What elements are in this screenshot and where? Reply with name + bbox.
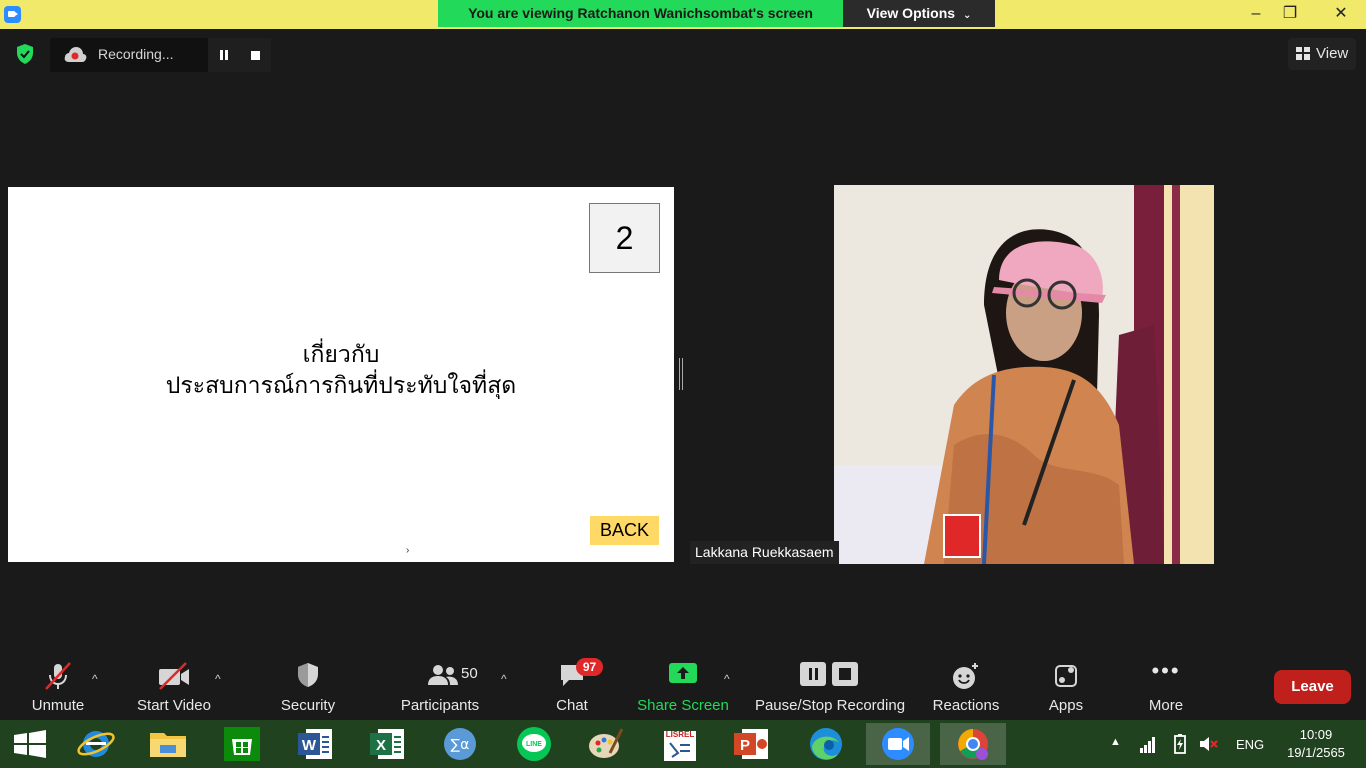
slide-title-line2: ประสบการณ์การกินที่ประทับใจที่สุด bbox=[165, 372, 517, 398]
reactions-button[interactable]: Reactions bbox=[928, 648, 1004, 720]
unmute-label: Unmute bbox=[31, 697, 85, 714]
leave-button[interactable]: Leave bbox=[1274, 670, 1351, 704]
windows-start-icon[interactable] bbox=[8, 723, 52, 765]
view-button[interactable]: View bbox=[1288, 38, 1356, 70]
participants-icon bbox=[428, 665, 458, 685]
close-button[interactable]: ✕ bbox=[1316, 0, 1366, 27]
security-button[interactable]: Security bbox=[270, 648, 346, 720]
taskbar-zoom-app[interactable] bbox=[866, 723, 930, 765]
clock-time: 10:09 bbox=[1299, 727, 1333, 742]
more-button[interactable]: ••• More bbox=[1136, 648, 1196, 720]
encryption-shield-icon[interactable] bbox=[14, 43, 36, 65]
recording-indicator: Recording... bbox=[50, 38, 271, 72]
microsoft-edge-icon[interactable] bbox=[804, 723, 848, 765]
security-label: Security bbox=[280, 697, 336, 714]
cursor-icon: › bbox=[406, 545, 410, 556]
slide-title-line1: เกี่ยวกับ bbox=[302, 341, 380, 367]
slide-number-box: 2 bbox=[589, 203, 660, 273]
battery-charging-icon[interactable] bbox=[1170, 733, 1190, 755]
pause-recording-button[interactable] bbox=[208, 38, 240, 72]
video-off-icon bbox=[159, 662, 189, 690]
chevron-down-icon: ⌄ bbox=[962, 10, 972, 21]
panel-splitter-handle[interactable] bbox=[679, 358, 683, 390]
microsoft-excel-icon[interactable]: X bbox=[366, 723, 410, 765]
zoom-window: { "titlebar": { "viewing_text": "You are… bbox=[0, 0, 1366, 768]
chat-button[interactable]: 97 Chat bbox=[540, 648, 604, 720]
view-options-button[interactable]: View Options ⌄ bbox=[843, 0, 995, 27]
title-bar: You are viewing Ratchanon Wanichsombat's… bbox=[0, 0, 1366, 29]
apps-button[interactable]: Apps bbox=[1036, 648, 1096, 720]
svg-text:P: P bbox=[740, 737, 750, 754]
apps-icon bbox=[1055, 665, 1077, 687]
participant-video[interactable] bbox=[834, 185, 1214, 564]
unmute-button[interactable]: Unmute bbox=[22, 648, 94, 720]
share-options-caret[interactable]: ^ bbox=[724, 672, 730, 686]
share-screen-label: Share Screen bbox=[637, 697, 729, 714]
participants-count: 50 bbox=[461, 665, 478, 682]
participants-label: Participants bbox=[400, 697, 480, 714]
zoom-logo-icon bbox=[4, 6, 21, 23]
svg-text:X: X bbox=[376, 737, 386, 754]
apps-label: Apps bbox=[1048, 697, 1084, 714]
pause-stop-recording-label: Pause/Stop Recording bbox=[754, 697, 906, 714]
more-label: More bbox=[1148, 697, 1184, 714]
pause-stop-recording-icon bbox=[800, 662, 858, 686]
more-ellipsis-icon: ••• bbox=[1151, 658, 1181, 683]
line-messenger-icon[interactable]: LINE bbox=[512, 723, 556, 765]
paint-palette-icon[interactable] bbox=[584, 723, 628, 765]
svg-text:LINE: LINE bbox=[526, 741, 542, 748]
math-input-panel-icon[interactable]: ∑α bbox=[438, 723, 482, 765]
tray-overflow-caret-icon[interactable]: ▲ bbox=[1110, 736, 1121, 748]
volume-muted-icon[interactable] bbox=[1198, 734, 1220, 754]
video-options-caret[interactable]: ^ bbox=[215, 672, 221, 686]
clock-date: 19/1/2565 bbox=[1287, 745, 1345, 760]
taskbar-chrome-app[interactable] bbox=[940, 723, 1006, 765]
svg-text:LISREL: LISREL bbox=[666, 730, 695, 739]
svg-text:W: W bbox=[302, 737, 317, 754]
input-language-indicator[interactable]: ENG bbox=[1236, 737, 1264, 752]
svg-text:∑α: ∑α bbox=[451, 737, 470, 753]
microsoft-powerpoint-icon[interactable]: P bbox=[730, 723, 774, 765]
viewing-banner: You are viewing Ratchanon Wanichsombat's… bbox=[438, 0, 843, 27]
reactions-label: Reactions bbox=[932, 697, 1000, 714]
pause-stop-recording-button[interactable]: Pause/Stop Recording bbox=[752, 648, 908, 720]
share-screen-button[interactable]: Share Screen bbox=[636, 648, 730, 720]
chat-unread-badge: 97 bbox=[576, 658, 603, 676]
taskbar-clock[interactable]: 10:09 19/1/2565 bbox=[1276, 726, 1356, 762]
view-options-label: View Options bbox=[866, 5, 956, 21]
slide-back-button[interactable]: BACK bbox=[590, 516, 659, 545]
lisrel-icon[interactable]: LISREL bbox=[658, 723, 702, 765]
security-shield-icon bbox=[298, 663, 318, 687]
network-signal-icon[interactable] bbox=[1138, 734, 1158, 754]
stop-recording-button[interactable] bbox=[240, 38, 271, 72]
recording-label: Recording... bbox=[98, 46, 174, 62]
start-video-label: Start Video bbox=[137, 697, 211, 714]
chrome-icon bbox=[958, 729, 988, 760]
participant-name-tag: Lakkana Ruekkasaem bbox=[690, 541, 839, 564]
microsoft-store-icon[interactable] bbox=[220, 723, 264, 765]
shared-screen-slide: 2 เกี่ยวกับ ประสบการณ์การกินที่ประทับใจท… bbox=[8, 187, 674, 562]
file-explorer-icon[interactable] bbox=[146, 723, 190, 765]
start-video-button[interactable]: Start Video bbox=[130, 648, 218, 720]
internet-explorer-icon[interactable] bbox=[74, 723, 118, 765]
participants-options-caret[interactable]: ^ bbox=[501, 672, 507, 686]
participant-photo bbox=[834, 185, 1214, 564]
share-screen-arrow-icon bbox=[669, 663, 697, 683]
meeting-toolbar: Unmute ^ Start Video ^ Security 50 Parti… bbox=[0, 648, 1366, 720]
slide-title: เกี่ยวกับ ประสบการณ์การกินที่ประทับใจที่… bbox=[8, 339, 674, 401]
grid-view-icon bbox=[1296, 47, 1310, 60]
muted-microphone-icon bbox=[45, 662, 71, 690]
cloud-record-icon bbox=[64, 47, 87, 62]
view-label: View bbox=[1316, 45, 1349, 62]
microsoft-word-icon[interactable]: W bbox=[294, 723, 338, 765]
maximize-button[interactable]: ❐ bbox=[1270, 0, 1310, 27]
audio-options-caret[interactable]: ^ bbox=[92, 672, 98, 686]
chat-label: Chat bbox=[556, 697, 588, 714]
participants-button[interactable]: 50 Participants bbox=[396, 648, 484, 720]
windows-taskbar: W X ∑α LINE LISREL P ▲ ENG 10:09 19/1/25… bbox=[0, 720, 1366, 768]
reactions-smiley-icon bbox=[953, 663, 978, 689]
zoom-app-icon bbox=[882, 728, 914, 760]
